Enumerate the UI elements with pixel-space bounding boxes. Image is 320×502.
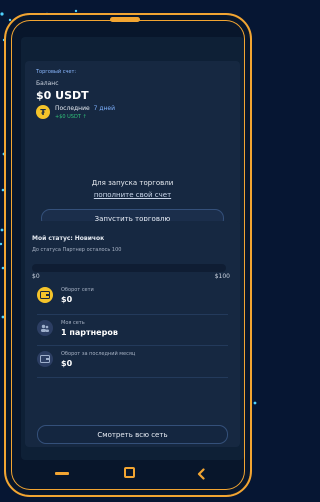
divider bbox=[37, 377, 228, 378]
topup-link[interactable]: пополните свой счет bbox=[25, 191, 240, 199]
balance-value: $0 USDT bbox=[36, 89, 89, 102]
app-screen: Торговый счет: Баланс $0 USDT ₮ Последни… bbox=[21, 37, 244, 460]
cta-text: Для запуска торговли bbox=[91, 179, 174, 187]
last-period-label: Последние bbox=[55, 105, 90, 112]
status-title-value: Новичок bbox=[74, 235, 105, 242]
phone-speaker bbox=[110, 17, 140, 22]
stat-label: Оборот за последний месяц bbox=[61, 351, 136, 357]
stat-value: 1 партнеров bbox=[61, 328, 118, 337]
progress-max-label: $100 bbox=[214, 273, 230, 280]
stat-my-network: Моя сеть 1 партнеров bbox=[37, 320, 227, 340]
last-period-row: Последние 7 дней bbox=[55, 105, 115, 112]
minus-icon bbox=[55, 472, 69, 475]
calendar-wallet-icon bbox=[37, 351, 53, 367]
divider bbox=[37, 345, 228, 346]
wallet-icon bbox=[37, 287, 53, 303]
square-icon bbox=[124, 467, 135, 478]
nav-back-button[interactable] bbox=[197, 465, 205, 484]
view-network-button[interactable]: Смотреть всю сеть bbox=[37, 425, 228, 444]
divider bbox=[37, 314, 228, 315]
last-period-change: +$0 USDT ↑ bbox=[55, 114, 87, 120]
stat-monthly-turnover: Оборот за последний месяц $0 bbox=[37, 351, 227, 371]
stat-value: $0 bbox=[61, 359, 73, 368]
stat-label: Моя сеть bbox=[61, 320, 85, 326]
stat-label: Оборот сети bbox=[61, 287, 94, 293]
usdt-coin-icon: ₮ bbox=[36, 105, 50, 119]
trading-account-card: Торговый счет: Баланс $0 USDT ₮ Последни… bbox=[25, 61, 240, 238]
status-title-prefix: Мой статус: bbox=[32, 235, 73, 242]
balance-label: Баланс bbox=[36, 80, 59, 87]
status-subtitle: До статуса Партнер осталось 100 bbox=[32, 247, 122, 253]
progress-min-label: $0 bbox=[32, 273, 40, 280]
users-icon bbox=[37, 320, 53, 336]
nav-minus-button[interactable] bbox=[55, 472, 69, 475]
status-title: Мой статус: Новичок bbox=[32, 235, 104, 242]
status-progress-bar bbox=[32, 264, 226, 272]
stat-value: $0 bbox=[61, 295, 73, 304]
stat-network-turnover: Оборот сети $0 bbox=[37, 287, 227, 307]
chevron-left-icon bbox=[197, 468, 205, 480]
account-label: Торговый счет: bbox=[36, 69, 77, 75]
nav-home-button[interactable] bbox=[124, 467, 135, 478]
last-period-link[interactable]: 7 дней bbox=[94, 105, 115, 112]
